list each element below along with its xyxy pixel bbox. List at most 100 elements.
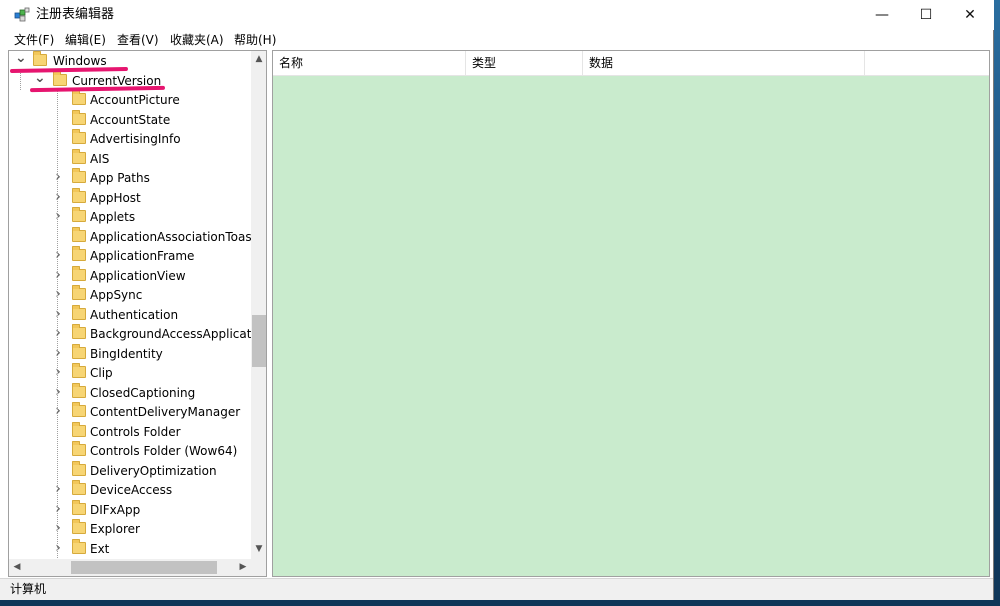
scroll-up-icon[interactable]: ▲ <box>251 51 266 67</box>
tree-guide-line <box>57 90 58 558</box>
folder-icon <box>72 207 86 222</box>
tree-item-label: Explorer <box>90 522 140 536</box>
folder-icon <box>53 70 67 86</box>
tree-item[interactable]: Controls Folder (Wow64) <box>9 441 251 461</box>
tree-item[interactable]: AccountPicture <box>9 90 251 110</box>
folder-icon <box>72 246 86 261</box>
column-header-name[interactable]: 名称 <box>273 51 466 75</box>
chevron-right-icon[interactable]: › <box>53 248 63 262</box>
tree-item-label: Controls Folder (Wow64) <box>90 444 238 458</box>
folder-icon <box>72 168 86 183</box>
tree-item[interactable]: AdvertisingInfo <box>9 129 251 149</box>
tree-horizontal-scroll-thumb[interactable] <box>71 561 217 574</box>
tree-item[interactable]: › DeviceAccess <box>9 480 251 500</box>
scroll-right-icon[interactable]: ▶ <box>235 559 251 576</box>
minimize-icon: — <box>875 7 889 23</box>
chevron-right-icon[interactable]: › <box>53 521 63 535</box>
tree-item[interactable]: AccountState <box>9 109 251 130</box>
tree-item-label: Authentication <box>90 307 179 322</box>
tree-item[interactable]: DeliveryOptimization <box>9 460 251 481</box>
minimize-button[interactable]: — <box>859 0 905 30</box>
tree-item-label: BackgroundAccessApplicati <box>90 327 255 341</box>
tree-item[interactable]: › ContentDeliveryManager <box>9 402 251 422</box>
tree-item[interactable]: › Ext <box>9 538 251 559</box>
tree-item[interactable]: › AppSync <box>9 285 251 305</box>
chevron-right-icon[interactable]: › <box>53 268 63 282</box>
folder-icon <box>72 421 86 437</box>
chevron-right-icon[interactable]: › <box>53 190 63 204</box>
scroll-down-icon[interactable]: ▼ <box>251 541 266 557</box>
chevron-right-icon[interactable]: › <box>53 170 63 184</box>
tree-item[interactable]: › ApplicationFrame <box>9 246 251 266</box>
tree-item-label: App Paths <box>90 171 150 185</box>
tree-item[interactable]: › AppHost <box>9 187 251 208</box>
chevron-right-icon[interactable]: › <box>53 365 63 379</box>
chevron-right-icon[interactable]: › <box>53 209 63 223</box>
tree-item[interactable]: › Authentication <box>9 304 251 325</box>
tree-item[interactable]: › DIFxApp <box>9 499 251 520</box>
menu-favorites[interactable]: 收藏夹(A) <box>170 33 224 47</box>
tree-item[interactable]: › ClosedCaptioning <box>9 382 251 403</box>
chevron-right-icon[interactable]: › <box>53 287 63 301</box>
folder-icon <box>72 499 86 515</box>
tree-item[interactable]: › App Paths <box>9 168 251 188</box>
tree-item-label: DeviceAccess <box>90 483 173 497</box>
folder-icon <box>72 363 86 378</box>
status-path: 计算机 <box>10 582 47 596</box>
chevron-right-icon[interactable]: › <box>53 404 63 418</box>
maximize-icon: ☐ <box>919 7 933 23</box>
values-list-pane[interactable]: 名称 类型 数据 <box>272 50 990 577</box>
column-header-data[interactable]: 数据 <box>583 51 865 75</box>
tree-item[interactable]: Controls Folder <box>9 421 251 442</box>
key-tree-pane[interactable]: ⌄ Windows ⌄ CurrentVersion AccountPicture Acc… <box>8 50 267 577</box>
scroll-left-icon[interactable]: ◀ <box>9 559 25 576</box>
close-button[interactable]: ✕ <box>947 0 993 30</box>
tree-item[interactable]: › Explorer <box>9 519 251 539</box>
tree-item-label: ApplicationAssociationToast <box>90 229 257 244</box>
tree-horizontal-scrollbar[interactable]: ◀ ▶ <box>9 559 251 576</box>
tree-item[interactable]: › BackgroundAccessApplicati <box>9 324 255 344</box>
chevron-right-icon[interactable]: › <box>53 502 63 516</box>
folder-icon <box>33 51 47 66</box>
tree-item-label: AppSync <box>90 288 143 302</box>
chevron-right-icon[interactable]: › <box>53 307 63 321</box>
menu-bar: 文件(F) 编辑(E) 查看(V) 收藏夹(A) 帮助(H) <box>0 30 994 50</box>
folder-icon <box>72 324 86 339</box>
chevron-right-icon[interactable]: › <box>53 482 63 496</box>
chevron-right-icon[interactable]: › <box>53 326 63 340</box>
tree-item[interactable]: › ApplicationView <box>9 265 251 286</box>
chevron-down-icon[interactable]: ⌄ <box>15 51 27 66</box>
tree-vertical-scrollbar[interactable]: ▲ ▼ <box>251 51 266 559</box>
menu-edit[interactable]: 编辑(E) <box>65 33 106 47</box>
folder-icon <box>72 187 86 203</box>
chevron-down-icon[interactable]: ⌄ <box>34 71 46 86</box>
maximize-button[interactable]: ☐ <box>903 0 949 30</box>
folder-icon <box>72 441 86 456</box>
tree-item-label: ApplicationFrame <box>90 249 195 263</box>
folder-icon <box>72 226 86 242</box>
tree-item-label: DeliveryOptimization <box>90 463 217 478</box>
column-header-type[interactable]: 类型 <box>466 51 583 75</box>
menu-file[interactable]: 文件(F) <box>14 33 54 47</box>
tree-item[interactable]: › Applets <box>9 207 251 227</box>
window-title: 注册表编辑器 <box>36 7 115 22</box>
tree-item[interactable]: ApplicationAssociationToast <box>9 226 256 247</box>
tree-item[interactable]: AIS <box>9 148 251 169</box>
tree-item-label: AppHost <box>90 190 141 205</box>
tree-item-label: AIS <box>90 151 110 166</box>
menu-help[interactable]: 帮助(H) <box>234 33 276 47</box>
folder-icon <box>72 90 86 105</box>
chevron-right-icon[interactable]: › <box>53 541 63 555</box>
chevron-right-icon[interactable]: › <box>53 385 63 399</box>
menu-view[interactable]: 查看(V) <box>117 33 159 47</box>
folder-icon <box>72 402 86 417</box>
folder-icon <box>72 129 86 144</box>
tree-item[interactable]: › Clip <box>9 363 251 383</box>
folder-icon <box>72 460 86 476</box>
tree-item[interactable]: › BingIdentity <box>9 343 251 364</box>
title-bar[interactable]: 注册表编辑器 — ☐ ✕ <box>0 0 994 30</box>
tree-item-label: Applets <box>90 210 136 224</box>
chevron-right-icon[interactable]: › <box>53 346 63 360</box>
folder-icon <box>72 304 86 320</box>
tree-vertical-scroll-thumb[interactable] <box>252 315 266 367</box>
